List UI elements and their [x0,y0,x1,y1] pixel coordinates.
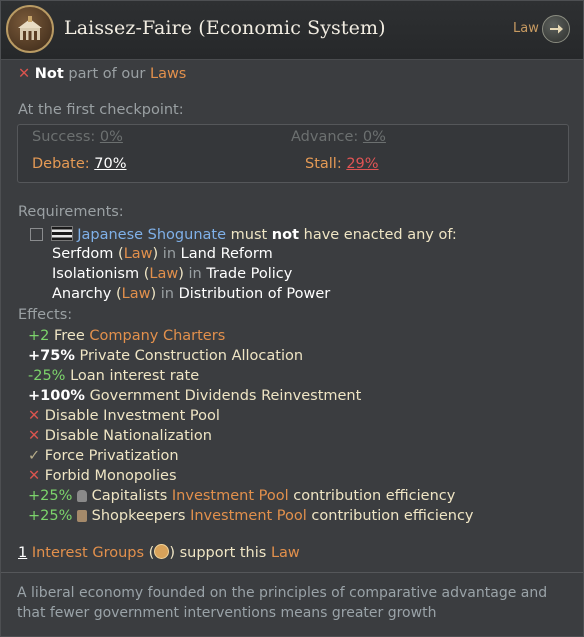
effect-value: +100% [28,388,85,404]
arrow-right-icon [550,24,563,34]
effect-text: contribution efficiency [293,488,456,504]
paren-close: ) [152,246,159,262]
market-building-icon [6,5,54,53]
debate-value: 70% [94,156,127,172]
advance-value: 0% [362,129,386,145]
req-in: in [188,266,202,282]
req-law-group: Distribution of Power [178,286,331,302]
req-in: in [160,286,174,302]
effect-disable-investment-pool: ✕ Disable Investment Pool [28,408,220,424]
status-not-label: Not [34,66,64,82]
effect-company-charters: +2 Free Company Charters [28,328,225,344]
paren-close: ) [169,545,175,561]
effect-value: +2 [28,328,50,344]
effect-text: Government Dividends Reinvestment [89,388,362,404]
requirement-law-item: Anarchy (Law) in Distribution of Power [52,286,330,302]
investment-pool-link[interactable]: Investment Pool [172,488,289,504]
effect-private-construction: +75% Private Construction Allocation [28,348,303,364]
req-must: must [230,227,268,243]
advance-chance: Advance: 0% [291,129,386,145]
req-in: in [162,246,177,262]
requirement-law-item: Isolationism (Law) in Trade Policy [52,266,292,282]
effect-loan-interest: -25% Loan interest rate [28,368,199,384]
cross-icon: ✕ [28,408,41,424]
law-tooltip-panel: Laissez-Faire (Economic System) Law ✕ No… [0,0,584,637]
req-law-name: Anarchy [52,286,112,302]
debate-chance: Debate: 70% [32,156,127,172]
law-link[interactable]: Law [122,286,151,302]
law-link[interactable]: Law [271,545,300,561]
cross-icon: ✕ [28,428,41,444]
effect-text: Private Construction Allocation [79,348,304,364]
req-law-group: Trade Policy [206,266,293,282]
shopkeepers-group: Shopkeepers [91,508,186,524]
effect-forbid-monopolies: ✕ Forbid Monopolies [28,468,177,484]
page-title: Laissez-Faire (Economic System) [64,17,386,39]
effects-heading: Effects: [18,307,73,323]
investment-pool-link[interactable]: Investment Pool [190,508,307,524]
advance-label: Advance: [291,129,359,145]
req-law-name: Serfdom [52,246,114,262]
law-link[interactable]: Law [149,266,178,282]
checkbox-icon [30,228,43,241]
interest-groups-link[interactable]: Interest Groups [32,545,144,561]
support-text: support this [179,545,267,561]
effect-disable-nationalization: ✕ Disable Nationalization [28,428,212,444]
effect-value: +75% [28,348,75,364]
tooltip-header: Laissez-Faire (Economic System) Law [1,1,583,60]
effect-value: -25% [28,368,66,384]
effect-value: +25% [28,508,73,524]
req-not: not [271,227,300,243]
effect-text: contribution efficiency [311,508,474,524]
enacted-status: ✕ Not part of our Laws [18,66,186,82]
law-link[interactable]: Law [124,246,153,262]
laws-link[interactable]: Laws [150,66,186,82]
requirements-heading: Requirements: [18,204,124,220]
law-description: A liberal economy founded on the princip… [17,585,548,621]
effect-text: Force Privatization [44,448,179,464]
requirement-country: Japanese Shogunate must not have enacted… [30,226,457,243]
effect-text: Disable Nationalization [44,428,212,444]
effect-text: Free [53,328,85,344]
go-to-law-button[interactable] [542,15,570,43]
checkpoint-heading: At the first checkpoint: [18,102,184,118]
success-value: 0% [99,129,123,145]
req-law-group: Land Reform [180,246,273,262]
stall-value: 29% [346,156,379,172]
debate-label: Debate: [32,156,90,172]
stall-chance: Stall: 29% [305,156,379,172]
success-label: Success: [32,129,96,145]
status-text: part of our [68,66,146,82]
requirement-law-item: Serfdom (Law) in Land Reform [52,246,273,262]
company-charters-link[interactable]: Company Charters [89,328,225,344]
law-tag-label: Law [513,21,539,36]
capitalists-icon [77,490,87,502]
effect-value: +25% [28,488,73,504]
effect-text: Forbid Monopolies [44,468,177,484]
support-icon [154,544,170,559]
divider [1,572,583,573]
effect-shopkeepers: +25% Shopkeepers Investment Pool contrib… [28,508,474,524]
effect-capitalists: +25% Capitalists Investment Pool contrib… [28,488,455,504]
success-chance: Success: 0% [32,129,123,145]
support-count: 1 [18,545,28,561]
japan-flag-icon [50,226,73,241]
stall-label: Stall: [305,156,342,172]
cross-icon: ✕ [28,468,41,484]
effect-text: Loan interest rate [70,368,200,384]
checkmark-icon: ✓ [28,448,41,464]
cross-icon: ✕ [18,66,31,82]
req-law-name: Isolationism [52,266,140,282]
country-link[interactable]: Japanese Shogunate [77,227,226,243]
effect-gov-dividends: +100% Government Dividends Reinvestment [28,388,361,404]
paren-close: ) [178,266,184,282]
req-rest: have enacted any of: [303,227,457,243]
effect-text: Disable Investment Pool [44,408,220,424]
paren-close: ) [150,286,157,302]
interest-group-support: 1 Interest Groups () support this Law [18,544,300,561]
effect-force-privatization: ✓ Force Privatization [28,448,179,464]
shopkeepers-icon [77,510,87,522]
capitalists-group: Capitalists [91,488,168,504]
